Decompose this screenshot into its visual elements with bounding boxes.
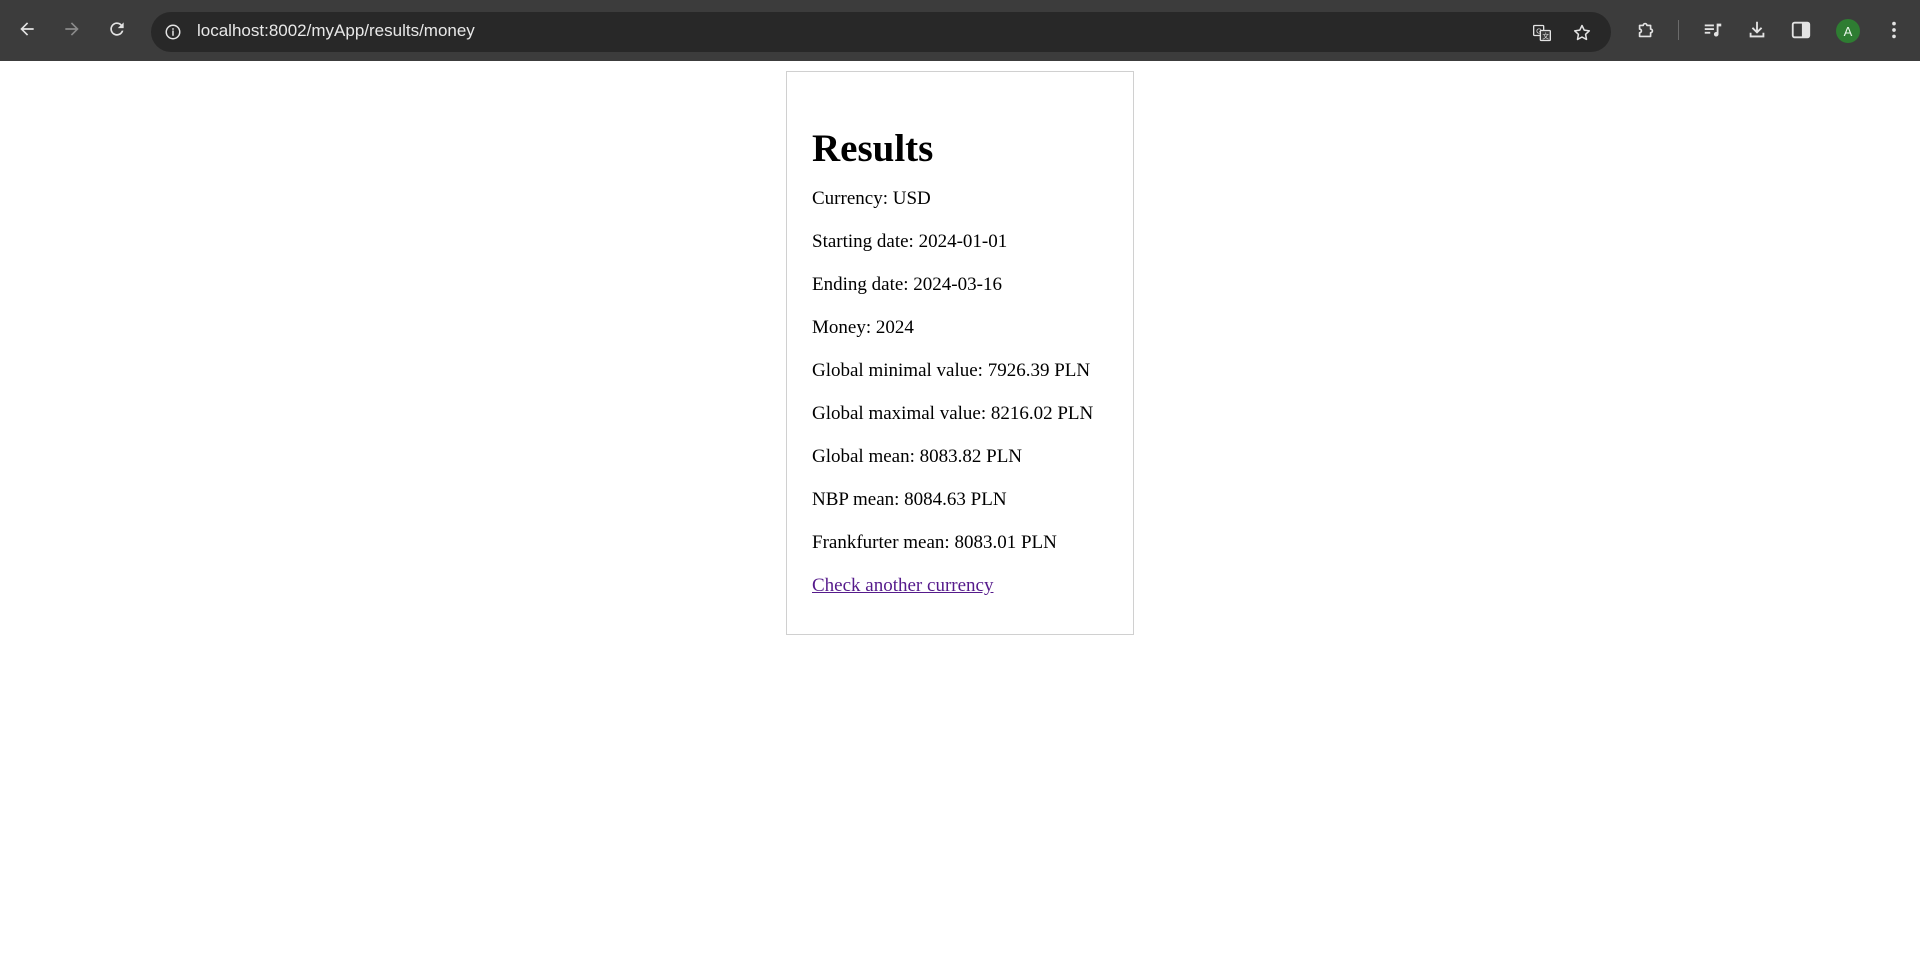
svg-text:文: 文 — [1542, 31, 1549, 40]
media-queue-icon — [1704, 23, 1722, 37]
forward-arrow-icon — [65, 22, 79, 36]
money-text: Money: 2024 — [812, 317, 914, 338]
site-info-button[interactable] — [161, 20, 185, 44]
browser-toolbar: localhost:8002/myApp/results/money G文 A — [0, 0, 1920, 61]
downloads-button[interactable] — [1744, 17, 1770, 43]
address-bar[interactable]: localhost:8002/myApp/results/money G文 — [151, 12, 1611, 52]
download-icon — [1749, 21, 1765, 38]
bookmark-button[interactable] — [1570, 21, 1594, 45]
global-max-text: Global maximal value: 8216.02 PLN — [812, 403, 1094, 424]
reload-button[interactable] — [101, 13, 133, 45]
global-mean-text: Global mean: 8083.82 PLN — [812, 446, 1023, 467]
translate-icon: G文 — [1533, 24, 1551, 42]
reload-icon — [110, 22, 124, 36]
forward-button[interactable] — [56, 13, 88, 45]
side-panel-button[interactable] — [1788, 17, 1814, 43]
results-card: Results Currency: USD Starting date: 202… — [786, 71, 1134, 635]
kebab-menu-icon — [1892, 21, 1896, 39]
back-arrow-icon — [20, 22, 34, 36]
star-icon — [1573, 24, 1591, 41]
ending-date-text: Ending date: 2024-03-16 — [812, 274, 1002, 295]
toolbar-divider — [1678, 20, 1679, 40]
frankfurter-mean-text: Frankfurter mean: 8083.01 PLN — [812, 532, 1057, 553]
back-button[interactable] — [11, 13, 43, 45]
info-icon — [165, 24, 181, 40]
url-text[interactable]: localhost:8002/myApp/results/money — [197, 21, 475, 41]
page-title: Results — [812, 127, 934, 170]
starting-date-text: Starting date: 2024-01-01 — [812, 231, 1008, 252]
side-panel-icon — [1791, 21, 1811, 39]
puzzle-icon — [1638, 22, 1654, 38]
global-min-text: Global minimal value: 7926.39 PLN — [812, 360, 1091, 381]
nbp-mean-text: NBP mean: 8084.63 PLN — [812, 489, 1007, 510]
translate-button[interactable]: G文 — [1530, 21, 1554, 45]
media-button[interactable] — [1700, 17, 1726, 43]
browser-menu-button[interactable] — [1881, 17, 1907, 43]
extensions-button[interactable] — [1633, 17, 1659, 43]
currency-text: Currency: USD — [812, 188, 931, 209]
profile-avatar[interactable]: A — [1836, 19, 1860, 43]
check-another-currency-link[interactable]: Check another currency — [812, 575, 993, 597]
